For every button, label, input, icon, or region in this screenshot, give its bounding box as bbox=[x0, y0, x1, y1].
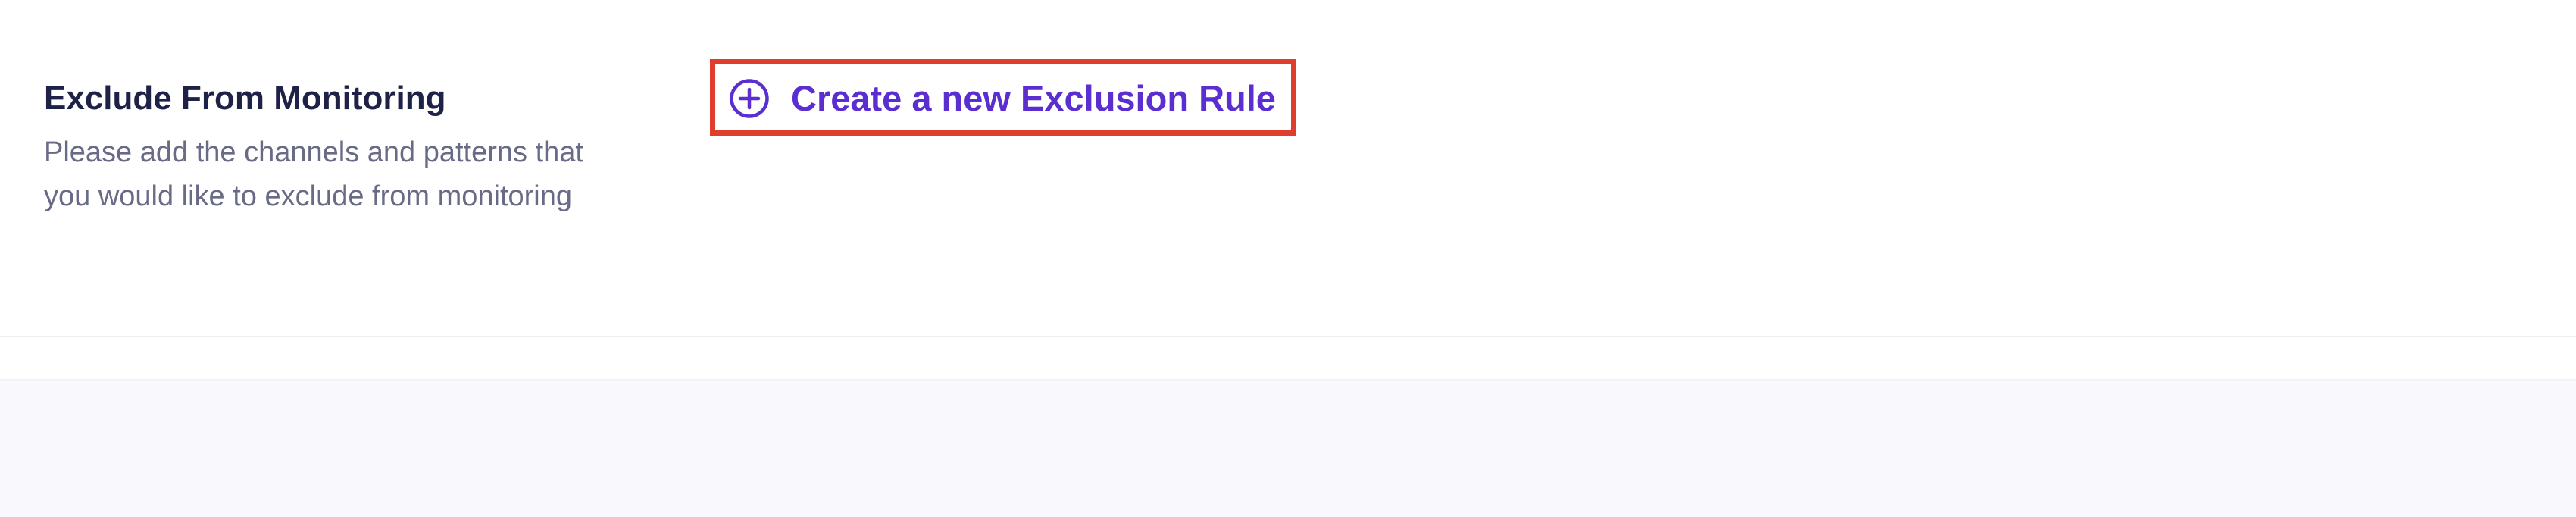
section-description: Please add the channels and patterns tha… bbox=[44, 136, 583, 212]
footer-band bbox=[0, 379, 2576, 517]
exclude-from-monitoring-section: Exclude From Monitoring Please add the c… bbox=[0, 0, 2576, 336]
plus-circle-icon bbox=[729, 78, 770, 119]
section-title: Exclude From Monitoring bbox=[44, 80, 446, 117]
section-info: Exclude From Monitoring Please add the c… bbox=[44, 74, 620, 218]
create-exclusion-rule-button[interactable]: Create a new Exclusion Rule bbox=[729, 74, 1276, 123]
create-exclusion-rule-label: Create a new Exclusion Rule bbox=[791, 78, 1276, 118]
